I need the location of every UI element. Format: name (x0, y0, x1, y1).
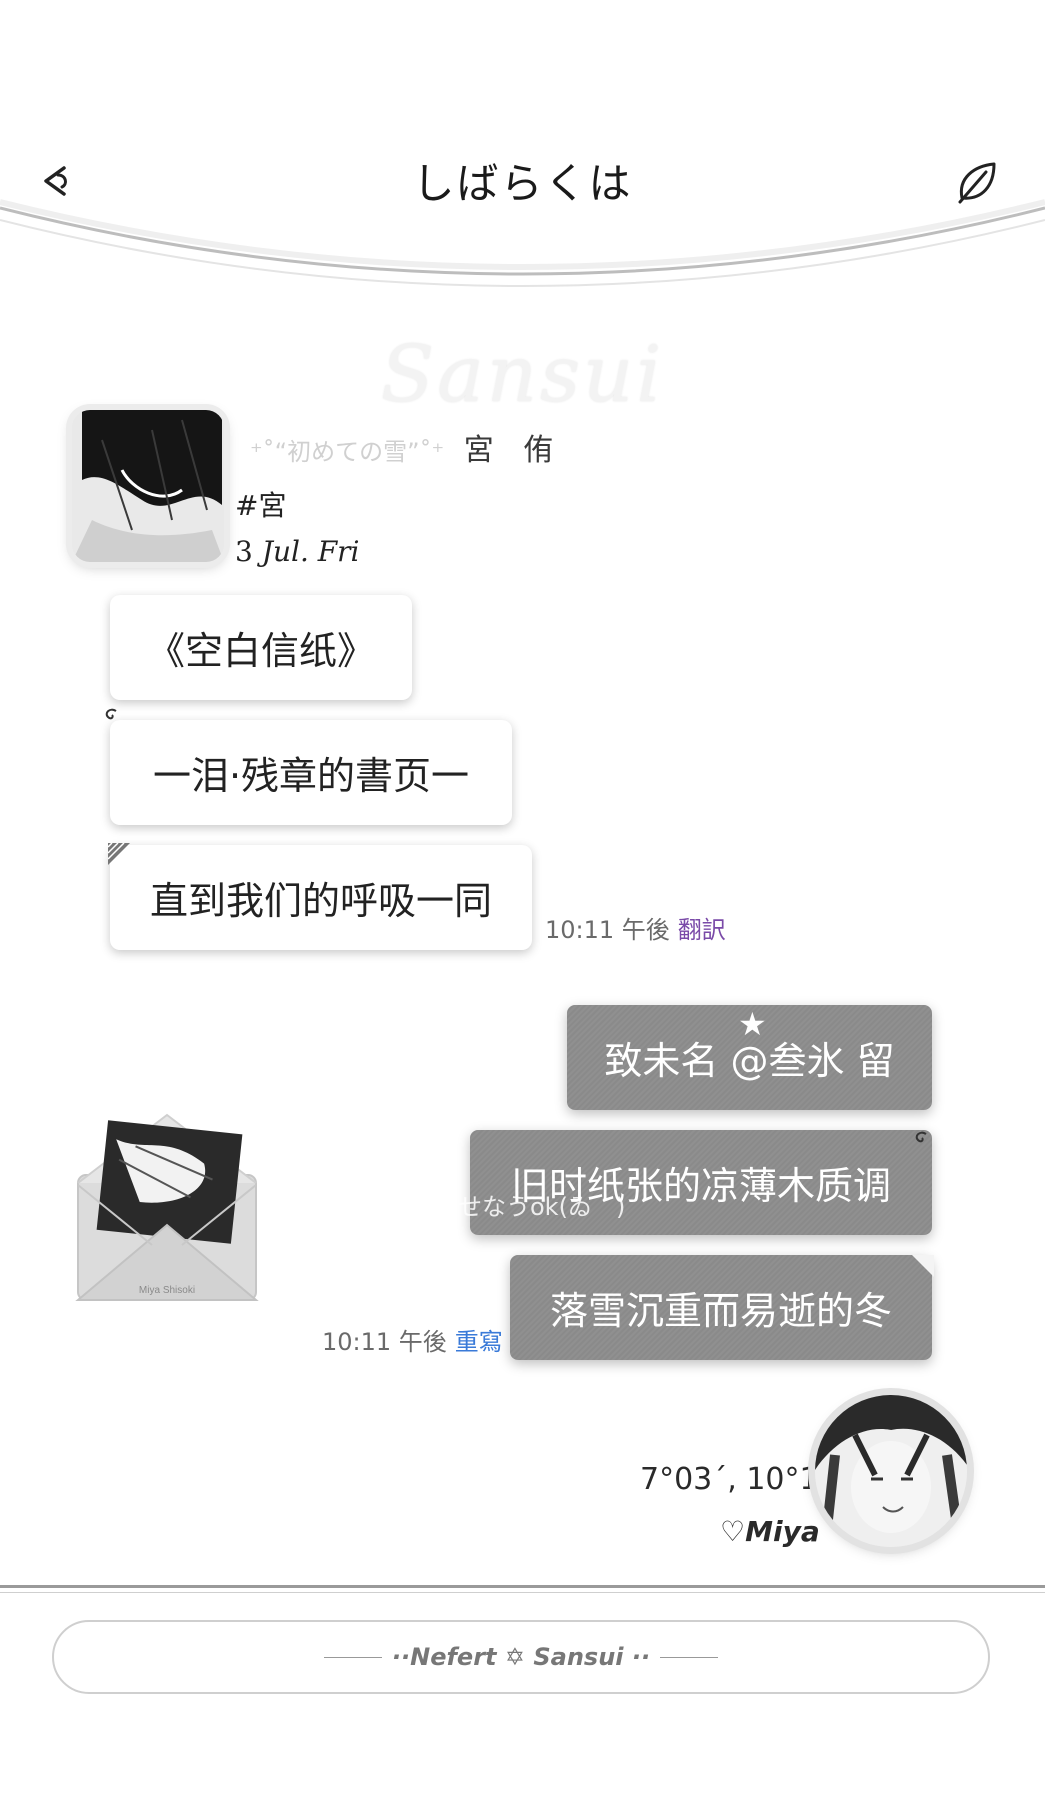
received-message[interactable]: 《空白信纸》 (110, 595, 412, 700)
date-day: 3 (235, 535, 253, 568)
sent-message[interactable]: 落雪沉重而易逝的冬 (510, 1255, 932, 1360)
received-meta: 10:11 午後 翻訳 (545, 910, 726, 945)
date-rest: Jul. Fri (261, 535, 360, 568)
watermark-logo: Sansui (380, 330, 665, 420)
sender-tag: #宮 (235, 489, 287, 522)
overlay-text: せなうok(ゐ ) (458, 1193, 626, 1221)
star-icon: ★ (738, 1005, 767, 1043)
sender-date: 3 Jul. Fri (235, 535, 360, 568)
received-message[interactable]: 直到我们的呼吸一同 (110, 845, 532, 950)
translate-link[interactable]: 翻訳 (678, 916, 726, 944)
coordinates-text: 7°03´, 10°11 (640, 1462, 838, 1497)
sender-header: ⁺˚“初めての雪”˚⁺ 宮 侑 (250, 425, 563, 469)
rewrite-link[interactable]: 重寫 (455, 1328, 503, 1356)
envelope-sticker[interactable]: Miya Shisoki (72, 1105, 262, 1317)
corner-fold-icon (912, 1255, 934, 1277)
input-text: ··Nefert ✡ Sansui ·· (391, 1643, 651, 1671)
corner-stripe-icon (108, 843, 130, 865)
rule-left (323, 1656, 382, 1658)
message-input[interactable]: ··Nefert ✡ Sansui ·· (52, 1620, 990, 1694)
header-arc-divider (0, 199, 1045, 287)
sender-avatar[interactable] (72, 410, 224, 562)
received-message[interactable]: 一泪·残章的書页一 (110, 720, 512, 825)
sent-meta: 10:11 午後 重寫 (322, 1322, 503, 1357)
footer-divider (0, 1592, 1045, 1593)
signature-text: ♡Miya (720, 1515, 820, 1548)
self-avatar[interactable] (815, 1395, 967, 1547)
curl-deco-icon (915, 1131, 927, 1143)
footer-divider (0, 1585, 1045, 1588)
svg-text:Miya Shisoki: Miya Shisoki (139, 1285, 195, 1296)
sender-name: 宮 侑 (463, 433, 564, 468)
rule-right (660, 1656, 719, 1658)
message-time: 10:11 午後 (545, 916, 670, 944)
sender-deco-text: ⁺˚“初めての雪”˚⁺ (250, 438, 445, 466)
message-time: 10:11 午後 (322, 1328, 447, 1356)
curl-deco-icon (105, 708, 117, 720)
